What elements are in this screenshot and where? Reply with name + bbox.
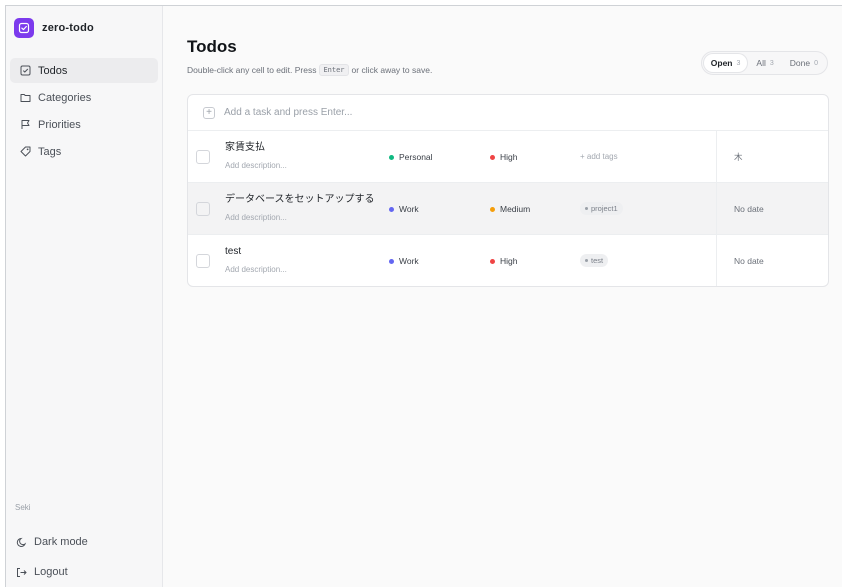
task-description[interactable]: Add description... xyxy=(225,161,385,170)
plus-icon[interactable]: + xyxy=(203,106,215,119)
filter-count: 3 xyxy=(769,59,774,67)
category-dot xyxy=(389,154,394,160)
tag-dot xyxy=(585,259,588,262)
checkbox-logo-icon xyxy=(14,18,34,38)
add-tags-link[interactable]: + add tags xyxy=(580,152,618,161)
category-dot xyxy=(389,258,394,264)
sidebar-item-categories[interactable]: Categories xyxy=(10,85,158,110)
moon-icon xyxy=(15,536,27,548)
todo-checkbox[interactable] xyxy=(196,254,210,268)
priority-dot xyxy=(490,258,495,264)
sidebar-item-priorities[interactable]: Priorities xyxy=(10,112,158,137)
checkbox-icon xyxy=(19,65,31,77)
due-date: 木 xyxy=(734,152,743,162)
category-cell[interactable]: Work xyxy=(389,204,419,214)
tag-dot xyxy=(585,207,588,210)
logout-icon xyxy=(15,566,27,578)
category-label: Work xyxy=(399,204,419,214)
app-window: zero-todo Todos Categories Priorities Ta… xyxy=(5,5,842,587)
priority-label: High xyxy=(500,256,518,266)
sidebar-footer: Seki Dark mode Logout xyxy=(6,503,162,587)
priority-dot xyxy=(490,206,495,212)
table-row: データベースをセットアップする Add description... Work … xyxy=(188,183,828,235)
edit-hint: Double-click any cell to edit. Press Ent… xyxy=(187,64,432,76)
table-row: 家賃支払 Add description... Personal High + … xyxy=(188,131,828,183)
dark-mode-toggle[interactable]: Dark mode xyxy=(6,527,162,557)
category-cell[interactable]: Personal xyxy=(389,152,433,162)
filter-count: 3 xyxy=(736,59,741,67)
todo-table: + 家賃支払 Add description... Personal High xyxy=(187,94,829,287)
category-label: Work xyxy=(399,256,419,266)
logout-label: Logout xyxy=(34,566,68,578)
page-title: Todos xyxy=(187,37,237,56)
sidebar: zero-todo Todos Categories Priorities Ta… xyxy=(6,6,163,587)
todo-checkbox[interactable] xyxy=(196,202,210,216)
app-name: zero-todo xyxy=(42,22,94,34)
add-task-input[interactable] xyxy=(224,107,524,118)
due-date-cell[interactable]: No date xyxy=(716,183,828,235)
tag-label: project1 xyxy=(591,204,618,213)
priority-cell[interactable]: High xyxy=(490,256,517,266)
status-filter: Open 3 All 3 Done 0 xyxy=(700,51,828,75)
hint-text-before: Double-click any cell to edit. Press xyxy=(187,65,317,75)
filter-count: 0 xyxy=(814,59,818,67)
flag-icon xyxy=(19,119,31,131)
todo-checkbox[interactable] xyxy=(196,150,210,164)
filter-all[interactable]: All 3 xyxy=(749,54,780,72)
user-name: Seki xyxy=(15,503,31,512)
enter-key-badge: Enter xyxy=(319,64,349,76)
filter-label: All xyxy=(756,58,766,68)
task-cell[interactable]: 家賃支払 Add description... xyxy=(225,141,385,170)
folder-icon xyxy=(19,92,31,104)
priority-label: High xyxy=(500,152,518,162)
add-task-row: + xyxy=(188,95,828,131)
sidebar-item-tags[interactable]: Tags xyxy=(10,139,158,164)
tag-icon xyxy=(19,146,31,158)
priority-cell[interactable]: High xyxy=(490,152,517,162)
sidebar-nav: Todos Categories Priorities Tags xyxy=(6,58,162,164)
due-date-cell[interactable]: No date xyxy=(716,235,828,286)
tag-pill[interactable]: project1 xyxy=(580,202,623,215)
sidebar-item-label: Todos xyxy=(38,64,68,77)
category-label: Personal xyxy=(399,152,433,162)
priority-dot xyxy=(490,154,495,160)
category-cell[interactable]: Work xyxy=(389,256,419,266)
due-date: No date xyxy=(734,256,764,266)
category-dot xyxy=(389,206,394,212)
filter-done[interactable]: Done 0 xyxy=(783,54,825,72)
due-date-cell[interactable]: 木 xyxy=(716,131,828,183)
task-title[interactable]: データベースをセットアップする xyxy=(225,193,385,207)
tag-label: test xyxy=(591,256,604,265)
task-cell[interactable]: test Add description... xyxy=(225,245,385,274)
tag-pill[interactable]: test xyxy=(580,254,609,267)
task-title[interactable]: test xyxy=(225,245,385,259)
task-cell[interactable]: データベースをセットアップする Add description... xyxy=(225,193,385,222)
filter-label: Open xyxy=(710,58,733,68)
table-row: test Add description... Work High test N… xyxy=(188,235,828,286)
due-date: No date xyxy=(734,204,764,214)
sidebar-item-label: Priorities xyxy=(38,118,81,131)
tags-cell[interactable]: + add tags xyxy=(580,150,618,162)
brand[interactable]: zero-todo xyxy=(6,6,162,42)
logout-button[interactable]: Logout xyxy=(6,557,162,587)
tags-cell[interactable]: project1 xyxy=(580,202,623,215)
filter-open[interactable]: Open 3 xyxy=(703,54,748,72)
task-description[interactable]: Add description... xyxy=(225,265,385,274)
hint-text-after: or click away to save. xyxy=(351,65,433,75)
task-title[interactable]: 家賃支払 xyxy=(225,141,385,155)
dark-mode-label: Dark mode xyxy=(34,536,88,548)
filter-label: Done xyxy=(789,58,811,68)
main-content: Todos Double-click any cell to edit. Pre… xyxy=(163,6,842,587)
task-description[interactable]: Add description... xyxy=(225,213,385,222)
sidebar-item-label: Tags xyxy=(38,145,62,158)
sidebar-item-todos[interactable]: Todos xyxy=(10,58,158,83)
priority-cell[interactable]: Medium xyxy=(490,204,530,214)
tags-cell[interactable]: test xyxy=(580,254,609,267)
priority-label: Medium xyxy=(500,204,531,214)
sidebar-item-label: Categories xyxy=(38,91,92,104)
